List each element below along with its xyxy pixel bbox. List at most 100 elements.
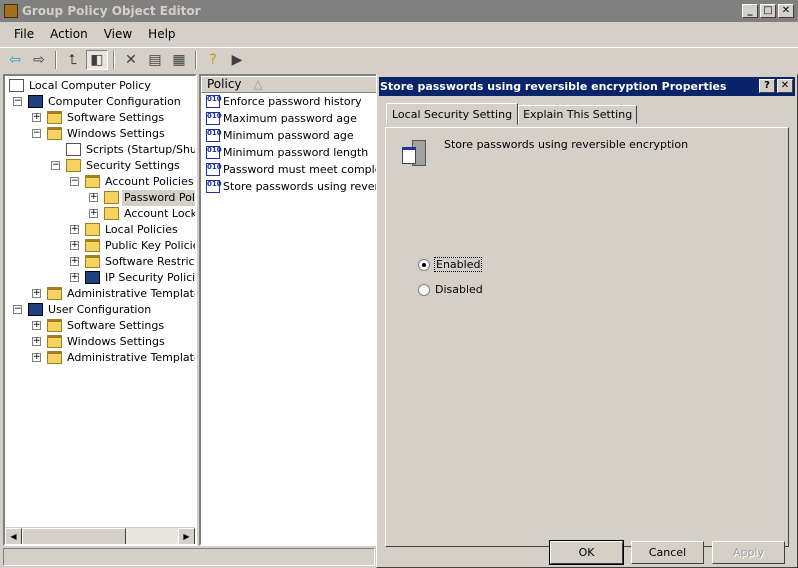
folder-icon [47, 127, 62, 140]
close-button[interactable]: ✕ [778, 4, 794, 18]
radio-empty-icon [418, 283, 430, 296]
tree-node-label: Account Policies [105, 175, 194, 188]
policy-name: Enforce password history [223, 95, 362, 108]
scroll-thumb[interactable] [22, 528, 126, 544]
tree-node[interactable]: + Software Settings [5, 110, 195, 126]
policy-list: Policy △ 010 Enforce password history 010 M… [199, 74, 379, 546]
collapse-icon[interactable]: − [13, 305, 22, 314]
policy-column-header[interactable]: Policy △ [201, 76, 377, 93]
title-bar: Group Policy Object Editor _ □ ✕ [0, 0, 798, 22]
expand-icon[interactable]: + [32, 353, 41, 362]
expand-icon[interactable]: + [89, 209, 98, 218]
dialog-title: Store passwords using reversible encrypt… [380, 80, 727, 93]
tree-node[interactable]: + Administrative Templates [5, 350, 195, 366]
tree-node[interactable]: + Windows Settings [5, 334, 195, 350]
secure-folder-icon [104, 191, 119, 204]
menu-action[interactable]: Action [42, 24, 96, 44]
policy-scroll-icon [400, 140, 430, 168]
export-list-icon[interactable]: ▦ [168, 50, 190, 70]
console-tree: Local Computer Policy − Computer Configura… [3, 74, 197, 546]
secure-folder-icon [66, 159, 81, 172]
dialog-close-button[interactable]: ✕ [777, 79, 793, 93]
tree-node-label: Computer Configuration [48, 95, 181, 108]
policy-setting-icon: 010 [206, 146, 222, 159]
minimize-button[interactable]: _ [742, 4, 758, 18]
scroll-left-button[interactable]: ◀ [5, 528, 22, 544]
policy-name: Password must meet complexity [223, 163, 377, 176]
forward-arrow-icon[interactable]: ⇨ [28, 50, 50, 70]
folder-icon [47, 287, 62, 300]
tree-node-label: User Configuration [48, 303, 152, 316]
tree-node[interactable]: + IP Security Policies [5, 270, 195, 286]
computer-icon [85, 271, 100, 284]
tab-explain-this-setting[interactable]: Explain This Setting [518, 105, 638, 124]
menu-help[interactable]: Help [140, 24, 183, 44]
expand-icon[interactable]: + [32, 113, 41, 122]
expand-icon[interactable]: + [70, 241, 79, 250]
expand-icon[interactable]: + [70, 225, 79, 234]
expand-icon[interactable]: + [89, 193, 98, 202]
collapse-icon[interactable]: − [32, 129, 41, 138]
tree-node[interactable]: − Windows Settings [5, 126, 195, 142]
cancel-button[interactable]: Cancel [631, 541, 704, 564]
delete-icon[interactable]: ✕ [120, 50, 142, 70]
tree-node-label: Account Lockou [124, 207, 197, 220]
enabled-radio[interactable]: Enabled [418, 257, 483, 272]
tree-node-label: Local Policies [105, 223, 178, 236]
collapse-icon[interactable]: − [51, 161, 60, 170]
properties-icon[interactable]: ▤ [144, 50, 166, 70]
policy-setting-icon: 010 [206, 129, 222, 142]
help-icon[interactable]: ? [202, 50, 224, 70]
enabled-label: Enabled [433, 257, 483, 272]
column-label: Policy [207, 77, 242, 91]
tree-node[interactable]: − User Configuration [5, 302, 195, 318]
policy-row[interactable]: 010Store passwords using reversibl [201, 178, 377, 195]
expand-icon[interactable]: + [32, 337, 41, 346]
folder-icon [85, 175, 100, 188]
tree-node[interactable]: Scripts (Startup/Shutdo [5, 142, 195, 158]
policy-row[interactable]: 010Password must meet complexity [201, 161, 377, 178]
tree-node[interactable]: − Security Settings [5, 158, 195, 174]
tab-local-security-setting[interactable]: Local Security Setting [386, 103, 519, 125]
policy-row[interactable]: 010 Maximum password age [201, 110, 377, 127]
dialog-help-button[interactable]: ? [759, 79, 775, 93]
policy-row[interactable]: 010 Minimum password age [201, 127, 377, 144]
expand-icon[interactable]: + [32, 321, 41, 330]
disabled-radio[interactable]: Disabled [418, 283, 483, 296]
expand-icon[interactable]: + [32, 289, 41, 298]
policy-name: Minimum password age [223, 129, 354, 142]
maximize-button[interactable]: □ [760, 4, 776, 18]
tree-node-label: Local Computer Policy [29, 79, 151, 92]
tree-node[interactable]: + Public Key Policies [5, 238, 195, 254]
expand-icon[interactable]: + [70, 273, 79, 282]
policy-row[interactable]: 010 Minimum password length [201, 144, 377, 161]
tree-node[interactable]: + Local Policies [5, 222, 195, 238]
tree-node[interactable]: − Computer Configuration [5, 94, 195, 110]
back-arrow-icon[interactable]: ⇦ [4, 50, 26, 70]
tree-node[interactable]: + Software Restrictic [5, 254, 195, 270]
computer-icon [28, 303, 43, 316]
toolbar-separator [55, 50, 57, 69]
tree-node[interactable]: Local Computer Policy [5, 78, 195, 94]
scroll-right-button[interactable]: ▶ [178, 528, 195, 544]
tree-node[interactable]: + Password Polic [5, 190, 195, 206]
policy-row[interactable]: 010 Enforce password history [201, 93, 377, 110]
tree-horizontal-scrollbar[interactable]: ◀ ▶ [5, 527, 195, 544]
tree-node-label: Scripts (Startup/Shutdo [86, 143, 197, 156]
collapse-icon[interactable]: − [70, 177, 79, 186]
dialog-title-bar: Store passwords using reversible encrypt… [379, 77, 795, 96]
tree-node-label: Software Restrictic [105, 255, 195, 268]
tree-node[interactable]: + Account Lockou [5, 206, 195, 222]
tree-node[interactable]: + Administrative Templates [5, 286, 195, 302]
up-folder-icon[interactable]: ⮤ [62, 50, 84, 70]
menu-file[interactable]: File [6, 24, 42, 44]
ok-button[interactable]: OK [549, 540, 624, 565]
apply-button[interactable]: Apply [712, 541, 785, 564]
tree-node[interactable]: − Account Policies [5, 174, 195, 190]
expand-icon[interactable]: + [70, 257, 79, 266]
collapse-icon[interactable]: − [13, 97, 22, 106]
tree-node[interactable]: + Software Settings [5, 318, 195, 334]
show-action-pane-icon[interactable]: ▶ [226, 50, 248, 70]
show-hide-tree-icon[interactable]: ◧ [86, 49, 108, 70]
menu-view[interactable]: View [96, 24, 140, 44]
